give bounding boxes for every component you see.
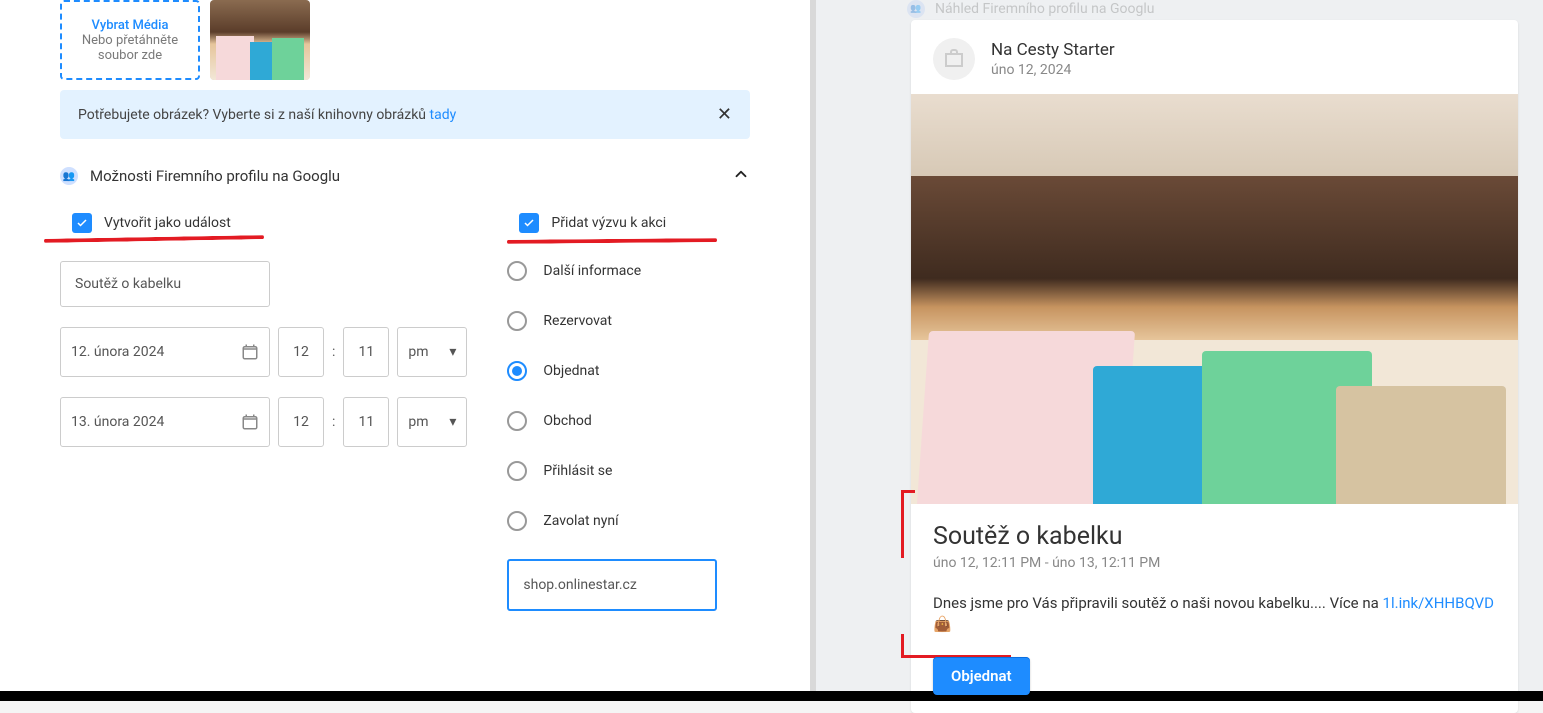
post-date: úno 12, 2024 bbox=[991, 62, 1115, 78]
briefcase-icon bbox=[942, 47, 966, 71]
preview-description: Dnes jsme pro Vás připravili soutěž o na… bbox=[933, 593, 1496, 635]
preview-pane: 👥 Náhled Firemního profilu na Googlu Na … bbox=[816, 0, 1543, 701]
cta-option-label: Obchod bbox=[543, 413, 591, 429]
cta-option-přihlásit-se[interactable]: Přihlásit se bbox=[507, 461, 770, 481]
cta-column: Přidat výzvu k akci Další informace Rezer… bbox=[507, 213, 770, 611]
radio-icon bbox=[507, 261, 527, 281]
radio-icon bbox=[507, 511, 527, 531]
thumbnail-image bbox=[210, 0, 310, 80]
cta-option-label: Zavolat nyní bbox=[543, 513, 618, 529]
add-cta-label: Přidat výzvu k akci bbox=[551, 215, 666, 231]
preview-cta-button[interactable]: Objednat bbox=[933, 657, 1030, 695]
cta-option-obchod[interactable]: Obchod bbox=[507, 411, 770, 431]
media-upload-dropzone[interactable]: Vybrat Média Nebo přetáhněte soubor zde bbox=[60, 0, 200, 80]
business-name: Na Cesty Starter bbox=[991, 40, 1115, 60]
cta-option-rezervovat[interactable]: Rezervovat bbox=[507, 311, 770, 331]
create-event-label: Vytvořit jako událost bbox=[104, 215, 231, 231]
cta-option-label: Další informace bbox=[543, 263, 641, 279]
event-column: Vytvořit jako událost 12. února 2024 12 … bbox=[60, 213, 467, 611]
radio-icon bbox=[507, 361, 527, 381]
end-hour-input[interactable]: 12 bbox=[278, 397, 324, 447]
preview-image bbox=[911, 94, 1518, 504]
radio-icon bbox=[507, 311, 527, 331]
end-date-input[interactable]: 13. února 2024 bbox=[60, 397, 270, 447]
upload-sub1: Nebo přetáhněte bbox=[82, 33, 178, 48]
cta-option-objednat[interactable]: Objednat bbox=[507, 361, 770, 381]
section-title: Možnosti Firemního profilu na Googlu bbox=[90, 167, 340, 185]
cta-url-input[interactable] bbox=[507, 559, 717, 611]
cta-option-zavolat-nyní[interactable]: Zavolat nyní bbox=[507, 511, 770, 531]
preview-shortlink[interactable]: 1l.ink/XHHBQVD bbox=[1383, 594, 1494, 612]
google-profile-icon: 👥 bbox=[60, 167, 78, 185]
google-profile-icon: 👥 bbox=[907, 0, 925, 18]
upload-title: Vybrat Média bbox=[92, 18, 169, 33]
cta-option-label: Rezervovat bbox=[543, 313, 612, 329]
editor-pane: Vybrat Média Nebo přetáhněte soubor zde … bbox=[0, 0, 810, 701]
business-avatar bbox=[933, 38, 975, 80]
media-thumbnail[interactable] bbox=[210, 0, 310, 80]
end-minute-input[interactable]: 11 bbox=[343, 397, 389, 447]
close-icon[interactable]: ✕ bbox=[717, 104, 732, 125]
calendar-icon bbox=[241, 343, 259, 361]
library-hint-banner: Potřebujete obrázek? Vyberte si z naší k… bbox=[60, 90, 750, 139]
caret-down-icon: ▾ bbox=[449, 414, 456, 430]
library-link[interactable]: tady bbox=[430, 107, 457, 123]
cta-radio-group: Další informace Rezervovat Objednat Obchod P… bbox=[507, 261, 770, 531]
radio-icon bbox=[507, 411, 527, 431]
bottom-bar bbox=[0, 691, 1543, 701]
upload-sub2: soubor zde bbox=[98, 48, 162, 63]
start-hour-input[interactable]: 12 bbox=[278, 327, 324, 377]
calendar-icon bbox=[241, 413, 259, 431]
cta-option-label: Objednat bbox=[543, 363, 599, 379]
cta-option-label: Přihlásit se bbox=[543, 463, 612, 479]
chevron-up-icon[interactable] bbox=[732, 164, 750, 188]
add-cta-checkbox[interactable] bbox=[519, 213, 539, 233]
banner-text: Potřebujete obrázek? Vyberte si z naší k… bbox=[78, 107, 456, 123]
start-minute-input[interactable]: 11 bbox=[343, 327, 389, 377]
preview-event-dates: úno 12, 12:11 PM - úno 13, 12:11 PM bbox=[933, 555, 1496, 571]
event-name-input[interactable] bbox=[60, 261, 270, 307]
create-event-checkbox[interactable] bbox=[72, 213, 92, 233]
preview-panel-header: 👥 Náhled Firemního profilu na Googlu bbox=[907, 0, 1518, 20]
preview-event-title: Soutěž o kabelku bbox=[933, 522, 1496, 551]
end-ampm-select[interactable]: pm ▾ bbox=[397, 397, 467, 447]
google-profile-section-header[interactable]: 👥 Možnosti Firemního profilu na Googlu bbox=[60, 164, 750, 188]
radio-icon bbox=[507, 461, 527, 481]
caret-down-icon: ▾ bbox=[449, 344, 456, 360]
preview-card: Na Cesty Starter úno 12, 2024 Soutěž o k… bbox=[911, 20, 1518, 713]
start-ampm-select[interactable]: pm ▾ bbox=[397, 327, 467, 377]
start-date-input[interactable]: 12. února 2024 bbox=[60, 327, 270, 377]
cta-option-další-informace[interactable]: Další informace bbox=[507, 261, 770, 281]
